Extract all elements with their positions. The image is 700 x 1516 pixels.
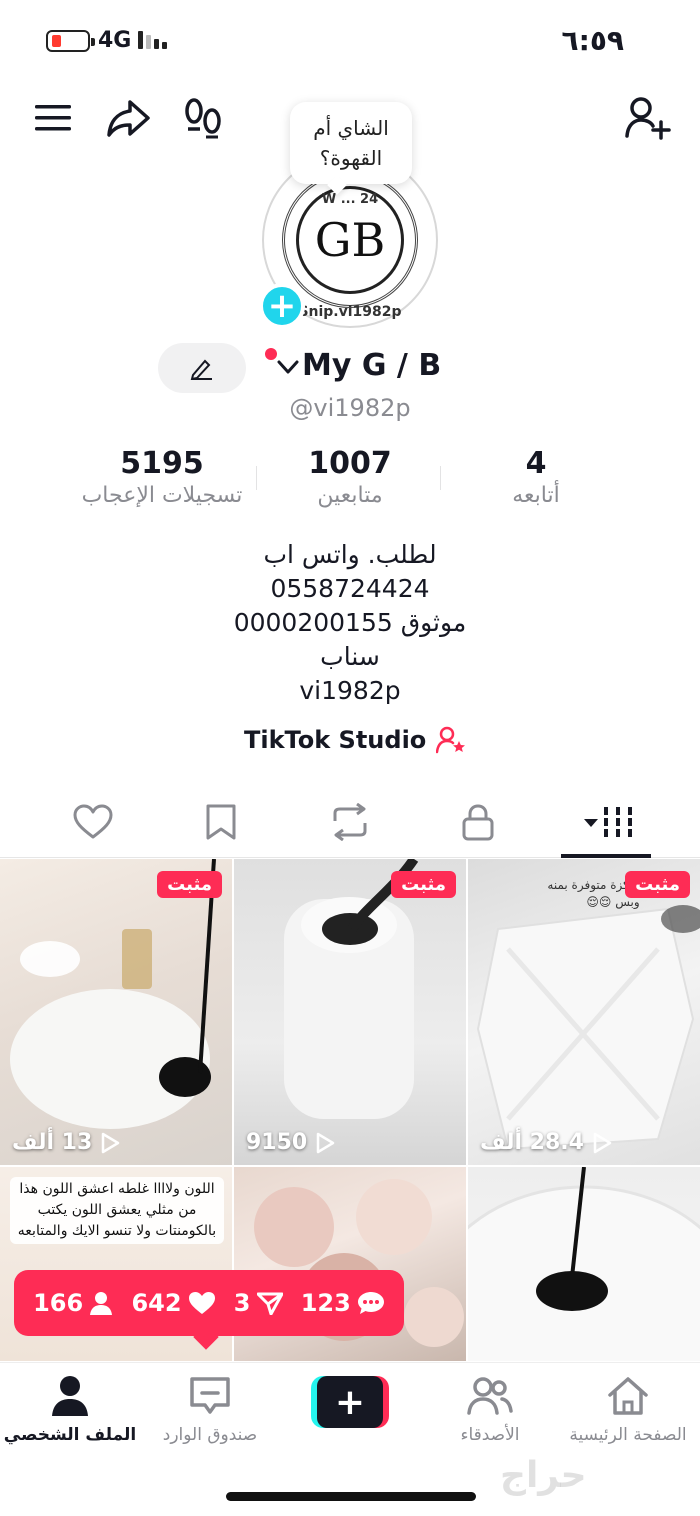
- bio-line: 0558724424: [270, 574, 430, 603]
- pinned-badge: مثبت: [625, 871, 690, 898]
- popup-likes-count: 642: [131, 1289, 182, 1317]
- nav-inbox[interactable]: صندوق الوارد: [140, 1375, 280, 1445]
- repost-icon: [333, 803, 367, 841]
- view-count-text: 13 ألف: [12, 1130, 93, 1155]
- bio-line: لطلب. واتس اب: [263, 540, 437, 569]
- profile-name[interactable]: My G / B: [302, 348, 441, 383]
- edit-profile-button[interactable]: [158, 343, 246, 393]
- plus-icon: +: [334, 1381, 366, 1423]
- view-count: 28.4 ألف: [468, 1130, 700, 1155]
- bio-line: سناب: [320, 642, 380, 671]
- view-count-text: 9150: [246, 1130, 308, 1155]
- plus-icon: +: [267, 286, 297, 326]
- friends-icon: [467, 1377, 513, 1415]
- popup-followers: 166: [33, 1289, 113, 1317]
- nav-profile-label: الملف الشخصي: [3, 1425, 137, 1445]
- bio: لطلب. واتس اب 0558724424 موثوق 000020015…: [150, 538, 550, 708]
- profile-handle: @vi1982p: [289, 394, 411, 422]
- following-label: أتابعه: [512, 483, 560, 508]
- popup-shares: 3: [234, 1289, 283, 1317]
- followers-count: 1007: [308, 446, 392, 481]
- nav-friends-label: الأصدقاء: [460, 1425, 520, 1445]
- nav-inbox-label: صندوق الوارد: [162, 1425, 258, 1445]
- watermark: حراج: [500, 1455, 587, 1496]
- lock-icon: [462, 804, 494, 841]
- content-tabs: [0, 790, 700, 858]
- following-stat[interactable]: 4 أتابعه: [466, 446, 606, 508]
- bio-line: vi1982p: [299, 676, 401, 705]
- status-bar: 4G ٦:٥٩: [0, 0, 700, 80]
- tiktok-studio-link[interactable]: TikTok Studio: [244, 726, 466, 754]
- studio-label: TikTok Studio: [244, 726, 427, 754]
- footprint-icon[interactable]: [178, 92, 228, 144]
- bookmark-icon: [206, 804, 236, 840]
- play-icon: [316, 1132, 335, 1153]
- popup-likes: 642: [131, 1289, 215, 1317]
- likes-stat[interactable]: 5195 تسجيلات الإعجاب: [62, 446, 262, 508]
- nav-friends[interactable]: الأصدقاء: [420, 1375, 560, 1445]
- home-icon: [608, 1377, 648, 1415]
- chevron-down-icon[interactable]: [276, 356, 300, 378]
- person-icon: [90, 1292, 113, 1315]
- video-stats-popup[interactable]: 166 642 3 123: [14, 1270, 404, 1336]
- profile-icon: [52, 1376, 88, 1416]
- studio-user-icon: [436, 726, 466, 754]
- pinned-badge: مثبت: [391, 871, 456, 898]
- grid-icon: [584, 807, 632, 837]
- pinned-badge: مثبت: [157, 871, 222, 898]
- pencil-icon: [190, 359, 212, 380]
- comment-icon: [357, 1292, 384, 1314]
- tab-indicator: [561, 854, 651, 858]
- home-indicator: [226, 1492, 476, 1501]
- likes-label: تسجيلات الإعجاب: [81, 483, 243, 508]
- inbox-icon: [190, 1377, 230, 1414]
- tab-private[interactable]: [438, 790, 518, 854]
- stat-divider: [256, 466, 257, 490]
- nav-home-label: الصفحة الرئيسية: [569, 1425, 687, 1445]
- followers-stat[interactable]: 1007 متابعين: [280, 446, 420, 508]
- video-thumbnail[interactable]: [468, 1167, 700, 1361]
- video-caption: اللون ولاااا غلطه اعشق اللون هذا من مثلي…: [10, 1177, 224, 1244]
- send-icon: [256, 1292, 283, 1315]
- nav-profile[interactable]: الملف الشخصي: [0, 1375, 140, 1445]
- popup-comments-count: 123: [300, 1289, 351, 1317]
- view-count-text: 28.4 ألف: [480, 1130, 584, 1155]
- tab-liked[interactable]: [53, 790, 133, 854]
- stat-divider: [440, 466, 441, 490]
- nav-home[interactable]: الصفحة الرئيسية: [558, 1375, 698, 1445]
- clock: ٦:٥٩: [561, 24, 624, 57]
- heart-icon: [73, 804, 113, 839]
- view-count: 9150: [234, 1130, 466, 1155]
- add-user-icon[interactable]: [620, 90, 676, 146]
- note-bubble-text: الشاي أم القهوة؟: [313, 116, 389, 170]
- popup-followers-count: 166: [33, 1289, 84, 1317]
- video-thumbnail[interactable]: مثبت 9150: [234, 859, 466, 1165]
- bio-line: موثوق 0000200155: [233, 608, 467, 637]
- network-label: 4G: [98, 28, 132, 53]
- signal-icon: [138, 31, 167, 49]
- share-icon[interactable]: [100, 92, 156, 144]
- create-button[interactable]: +: [311, 1376, 389, 1428]
- view-count: 13 ألف: [0, 1130, 232, 1155]
- likes-count: 5195: [120, 446, 204, 481]
- tab-videos[interactable]: [566, 790, 646, 854]
- play-icon: [102, 1132, 120, 1153]
- video-thumbnail[interactable]: مثبت 13 ألف: [0, 859, 232, 1165]
- battery-icon: [46, 30, 95, 52]
- play-icon: [593, 1132, 612, 1153]
- following-count: 4: [525, 446, 547, 481]
- popup-comments: 123: [301, 1289, 385, 1317]
- tab-reposts[interactable]: [310, 790, 390, 854]
- heart-icon: [188, 1292, 215, 1314]
- tab-favorites[interactable]: [181, 790, 261, 854]
- popup-shares-count: 3: [233, 1289, 251, 1317]
- followers-label: متابعين: [317, 483, 383, 508]
- menu-icon[interactable]: [30, 96, 76, 140]
- video-thumbnail[interactable]: الوان المركزة متوفرة بمنه وبس 😌😌 مثبت 28…: [468, 859, 700, 1165]
- note-bubble[interactable]: الشاي أم القهوة؟: [290, 102, 412, 184]
- avatar-ring-text-top: W ... 24: [321, 192, 379, 207]
- add-story-button[interactable]: +: [259, 283, 305, 329]
